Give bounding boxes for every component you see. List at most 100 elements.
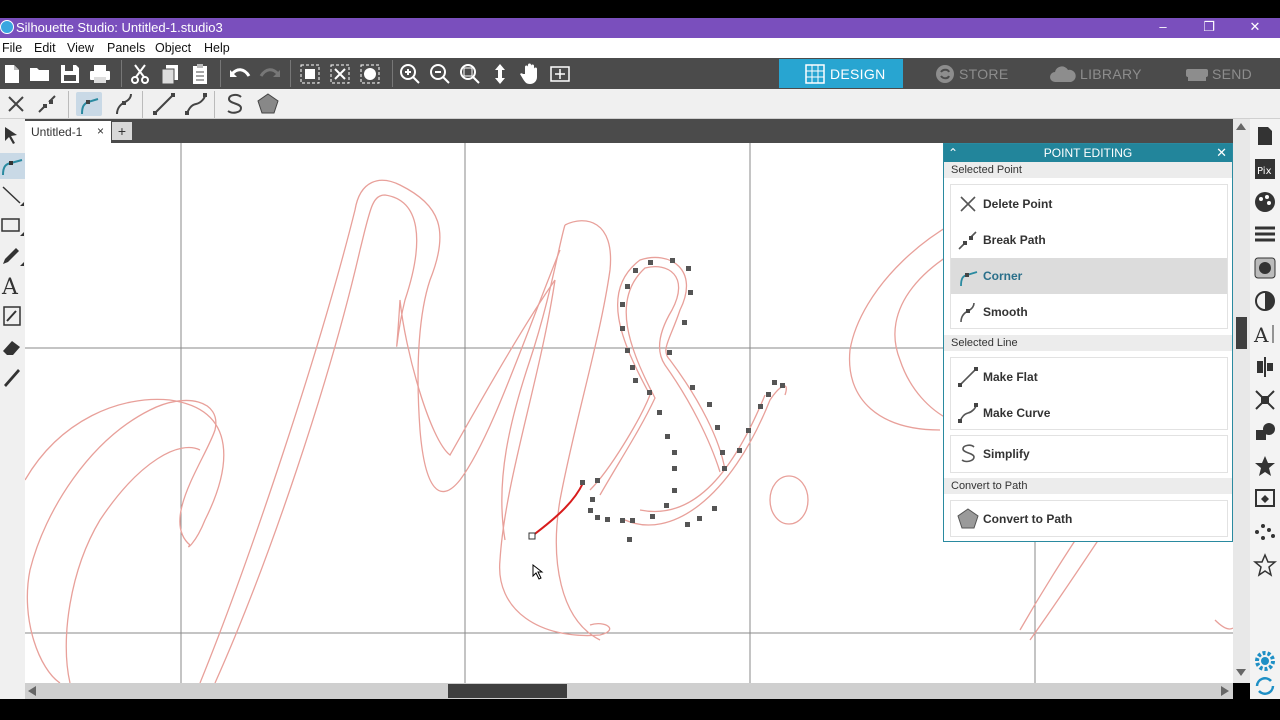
fill-color-icon[interactable] [1253,190,1277,214]
scroll-right-icon[interactable] [1221,686,1229,696]
horizontal-scrollbar[interactable] [25,683,1233,699]
scroll-left-icon[interactable] [28,686,36,696]
convert-to-path-group: Convert to Path [950,500,1228,537]
line-style-icon[interactable] [1253,223,1277,247]
favorites-star-icon[interactable] [1253,553,1277,577]
tab-store[interactable]: STORE [903,59,1029,88]
pan-drag-icon[interactable] [488,62,512,86]
selected-anchor-point[interactable] [528,532,536,540]
hand-pan-icon[interactable] [518,62,542,86]
align-icon[interactable] [1253,355,1277,379]
vertical-scrollbar[interactable] [1233,119,1250,683]
app-logo-icon [0,20,14,34]
restore-button[interactable]: ❐ [1186,18,1232,38]
open-folder-icon[interactable] [28,62,52,86]
break-path-button[interactable]: Break Path [951,222,1227,258]
delete-point-icon[interactable] [3,92,29,116]
scroll-down-icon[interactable] [1236,669,1246,676]
horizontal-scroll-thumb[interactable] [448,684,567,698]
cloud-icon [1050,66,1076,82]
new-tab-button[interactable]: + [112,122,132,140]
save-icon[interactable] [58,62,82,86]
close-panel-icon[interactable]: ✕ [1216,144,1227,162]
text-style-icon[interactable]: A [1253,322,1277,346]
menu-file[interactable]: File [2,41,22,55]
tab-library[interactable]: LIBRARY [1029,59,1162,88]
make-flat-icon[interactable] [151,92,177,116]
group-icon[interactable] [298,62,322,86]
fill-pattern-icon[interactable] [1253,256,1277,280]
menu-object[interactable]: Object [155,41,191,55]
make-curve-icon[interactable] [183,92,209,116]
corner-button[interactable]: Corner [951,258,1227,294]
text-tool-icon[interactable]: A [0,273,25,299]
break-path-icon[interactable] [35,92,61,116]
paste-icon[interactable] [188,62,212,86]
minimize-button[interactable]: – [1140,18,1186,38]
menu-help[interactable]: Help [204,41,230,55]
point-edit-tool-icon[interactable] [0,153,25,179]
menu-view[interactable]: View [67,41,94,55]
scroll-up-icon[interactable] [1236,123,1246,130]
transparency-icon[interactable] [1253,289,1277,313]
replicate-icon[interactable] [1253,421,1277,445]
panel-title: POINT EDITING [1043,146,1133,160]
zoom-select-icon[interactable] [458,62,482,86]
sketch-tool-icon[interactable] [0,303,25,329]
trace-icon[interactable] [1253,520,1277,544]
selected-line-segment[interactable] [531,482,584,537]
make-curve-button[interactable]: Make Curve [951,395,1227,431]
page-setup-icon[interactable] [1253,124,1277,148]
tab-library-label: LIBRARY [1080,66,1142,82]
close-tab-icon[interactable]: × [97,124,104,138]
pentagon-icon [957,508,979,529]
corner-point-icon[interactable] [76,92,102,116]
convert-to-path-button[interactable]: Convert to Path [951,501,1227,537]
tab-send[interactable]: SEND [1162,59,1278,88]
point-edit-toolbar [0,89,1280,119]
title-bar: Silhouette Studio: Untitled-1.studio3 – … [0,18,1280,38]
tab-design[interactable]: DESIGN [779,59,903,88]
settings-gear-icon[interactable] [1253,649,1277,673]
convert-to-path-icon[interactable] [255,92,281,116]
select-tool-icon[interactable] [0,123,25,149]
make-flat-button[interactable]: Make Flat [951,359,1227,395]
vertical-scroll-thumb[interactable] [1236,317,1247,349]
pixscan-icon[interactable]: Pix [1253,157,1277,181]
section-selected-line: Selected Line [944,335,1232,351]
sync-icon[interactable] [1253,674,1277,698]
pencil-tool-icon[interactable] [0,243,25,269]
fit-page-icon[interactable] [548,62,572,86]
menu-panels[interactable]: Panels [107,41,145,55]
redo-icon[interactable] [258,62,282,86]
transform-icon[interactable] [1253,388,1277,412]
copy-icon[interactable] [158,62,182,86]
new-file-icon[interactable] [0,62,24,86]
collapse-panel-icon[interactable]: ⌃ [948,144,958,162]
smooth-button[interactable]: Smooth [951,294,1227,330]
menu-edit[interactable]: Edit [34,41,56,55]
knife-tool-icon[interactable] [0,363,25,389]
make-flat-icon [958,367,978,387]
star-icon[interactable] [1253,454,1277,478]
rectangle-tool-icon[interactable] [0,213,25,239]
close-window-button[interactable]: ✕ [1232,18,1278,38]
line-tool-icon[interactable] [0,183,25,209]
zoom-out-icon[interactable] [428,62,452,86]
path-node-points[interactable] [580,258,785,542]
offset-icon[interactable] [1253,487,1277,511]
simplify-button[interactable]: Simplify [951,436,1227,472]
simplify-icon[interactable] [222,92,248,116]
document-tab[interactable]: Untitled-1 × [25,121,111,143]
smooth-point-icon[interactable] [111,92,137,116]
release-compound-icon[interactable] [358,62,382,86]
zoom-in-icon[interactable] [398,62,422,86]
section-convert-to-path: Convert to Path [944,478,1232,494]
cut-icon[interactable] [128,62,152,86]
undo-icon[interactable] [228,62,252,86]
svg-text:A: A [1,275,19,299]
delete-point-button[interactable]: Delete Point [951,186,1227,222]
eraser-tool-icon[interactable] [0,333,25,359]
print-icon[interactable] [88,62,112,86]
ungroup-icon[interactable] [328,62,352,86]
